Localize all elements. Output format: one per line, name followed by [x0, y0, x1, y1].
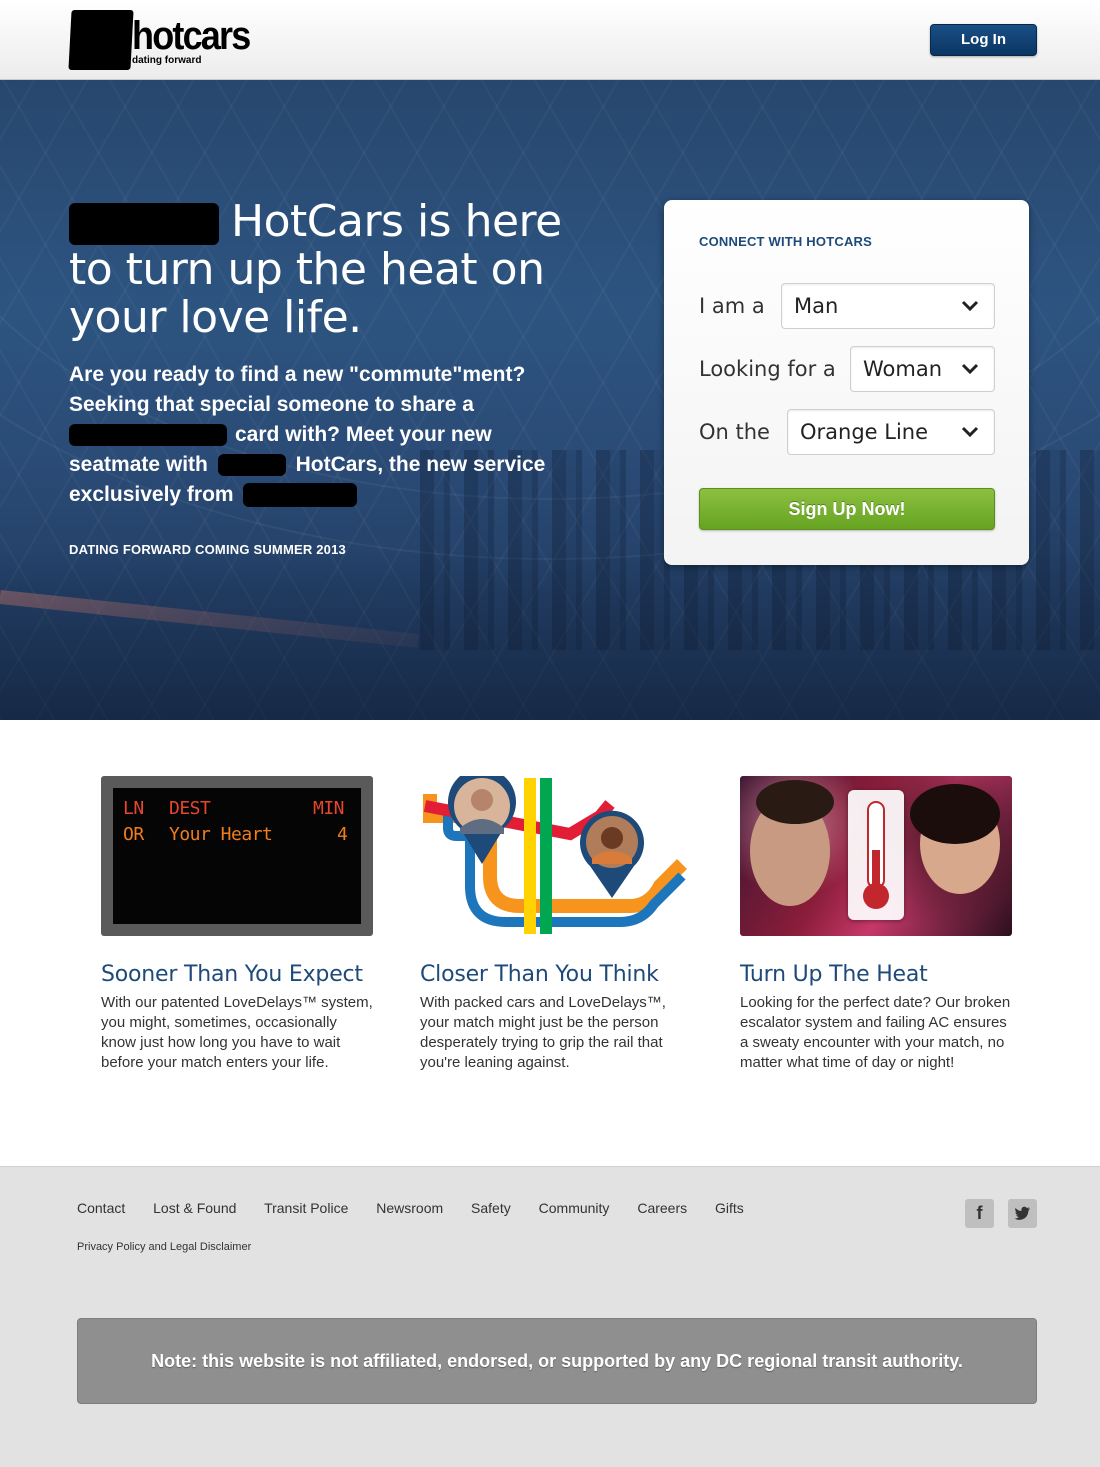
metro-map-image: [420, 776, 692, 936]
feature-sooner: LN DEST MIN OR Your Heart 4 Sooner Than …: [101, 776, 373, 1073]
footer-link-transit-police[interactable]: Transit Police: [264, 1200, 348, 1216]
seeking-label: Looking for a: [699, 357, 836, 381]
seeking-select-value: Woman: [863, 357, 943, 381]
headline-line-1: HotCars is here: [231, 196, 562, 247]
site-header: hotcars dating forward Log In: [0, 0, 1100, 80]
logo-redaction: [68, 10, 134, 70]
footer-nav: Contact Lost & Found Transit Police News…: [77, 1200, 768, 1216]
hero-description: Are you ready to find a new "commute"men…: [69, 360, 579, 510]
photo-figure: [910, 784, 1000, 844]
footer-link-safety[interactable]: Safety: [471, 1200, 511, 1216]
headline-line-2: to turn up the heat on: [69, 244, 545, 295]
feature-title: Sooner Than You Expect: [101, 962, 363, 987]
feature-text: With our patented LoveDelays™ system, yo…: [101, 994, 373, 1071]
feature-text: With packed cars and LoveDelays™, your m…: [420, 994, 666, 1071]
redaction-mark: [217, 454, 286, 477]
redaction-mark: [243, 483, 358, 508]
couple-photo-image: [740, 776, 1012, 936]
footer-link-careers[interactable]: Careers: [637, 1200, 687, 1216]
board-header-min: MIN: [313, 798, 345, 819]
footer-link-gifts[interactable]: Gifts: [715, 1200, 744, 1216]
signup-card-title: CONNECT WITH HOTCARS: [699, 234, 872, 249]
chevron-down-icon: [961, 426, 979, 438]
board-header-dest: DEST: [169, 798, 211, 819]
board-header-line: LN: [123, 798, 144, 819]
board-row-min: 4: [337, 824, 348, 845]
headline-line-3: your love life.: [69, 292, 362, 343]
gender-select[interactable]: Man: [781, 283, 995, 329]
line-label: On the: [699, 420, 770, 444]
footer-link-community[interactable]: Community: [539, 1200, 610, 1216]
hero-copy-line: seatmate with: [69, 453, 208, 476]
logo-wordmark: hotcars: [132, 14, 251, 58]
chevron-down-icon: [961, 363, 979, 375]
yellow-line: [524, 778, 536, 934]
facebook-icon[interactable]: f: [965, 1199, 994, 1228]
arrival-board-screen: LN DEST MIN OR Your Heart 4: [113, 788, 361, 924]
feature-title: Turn Up The Heat: [740, 962, 928, 987]
footer-link-contact[interactable]: Contact: [77, 1200, 125, 1216]
feature-title: Closer Than You Think: [420, 962, 659, 987]
hero-background-platform: [0, 550, 1100, 720]
map-pin-icon: [448, 776, 516, 864]
twitter-icon[interactable]: [1008, 1199, 1037, 1228]
photo-figure: [756, 780, 834, 824]
footer-link-lost-found[interactable]: Lost & Found: [153, 1200, 236, 1216]
site-logo[interactable]: hotcars dating forward: [68, 10, 270, 72]
arrival-board-image: LN DEST MIN OR Your Heart 4: [101, 776, 373, 936]
hero-copy-line: exclusively from: [69, 483, 234, 506]
redaction-mark: [69, 424, 227, 447]
hero-copy-line: Are you ready to find a new "commute"men…: [69, 363, 526, 386]
hero-copy-line: Seeking that special someone to share a: [69, 393, 474, 416]
metro-line-select[interactable]: Orange Line: [787, 409, 995, 455]
launch-notice: DATING FORWARD COMING SUMMER 2013: [69, 542, 346, 557]
features-section: LN DEST MIN OR Your Heart 4 Sooner Than …: [0, 720, 1100, 1166]
feature-closer: Closer Than You Think With packed cars a…: [420, 776, 692, 1073]
board-row-line: OR: [123, 824, 144, 845]
chevron-down-icon: [961, 300, 979, 312]
hero-section: HotCars is here to turn up the heat on y…: [0, 80, 1100, 720]
hero-headline: HotCars is here to turn up the heat on y…: [69, 198, 629, 342]
metro-map-graphic: [423, 776, 687, 934]
disclaimer-banner: Note: this website is not affiliated, en…: [77, 1318, 1037, 1404]
gender-label: I am a: [699, 294, 765, 318]
hero-copy-line: card with? Meet your new: [235, 423, 492, 446]
signup-card: CONNECT WITH HOTCARS I am a Man Looking …: [664, 200, 1029, 565]
footer-link-newsroom[interactable]: Newsroom: [376, 1200, 443, 1216]
green-line: [540, 778, 552, 934]
seeking-select[interactable]: Woman: [850, 346, 995, 392]
hero-copy-line: HotCars, the new service: [295, 453, 546, 476]
thermometer-icon: [848, 790, 904, 920]
redaction-mark: [69, 203, 219, 245]
gender-select-value: Man: [794, 294, 839, 318]
site-footer: Contact Lost & Found Transit Police News…: [0, 1166, 1100, 1467]
board-row-dest: Your Heart: [169, 824, 273, 845]
metro-line-select-value: Orange Line: [800, 420, 929, 444]
map-pin-icon: [580, 810, 644, 898]
sign-up-button[interactable]: Sign Up Now!: [699, 488, 995, 530]
footer-legal-link[interactable]: Privacy Policy and Legal Disclaimer: [77, 1241, 251, 1253]
feature-heat: Turn Up The Heat Looking for the perfect…: [740, 776, 1012, 1073]
login-button[interactable]: Log In: [930, 24, 1037, 56]
feature-text: Looking for the perfect date? Our broken…: [740, 994, 1011, 1071]
logo-tagline: dating forward: [132, 55, 202, 66]
